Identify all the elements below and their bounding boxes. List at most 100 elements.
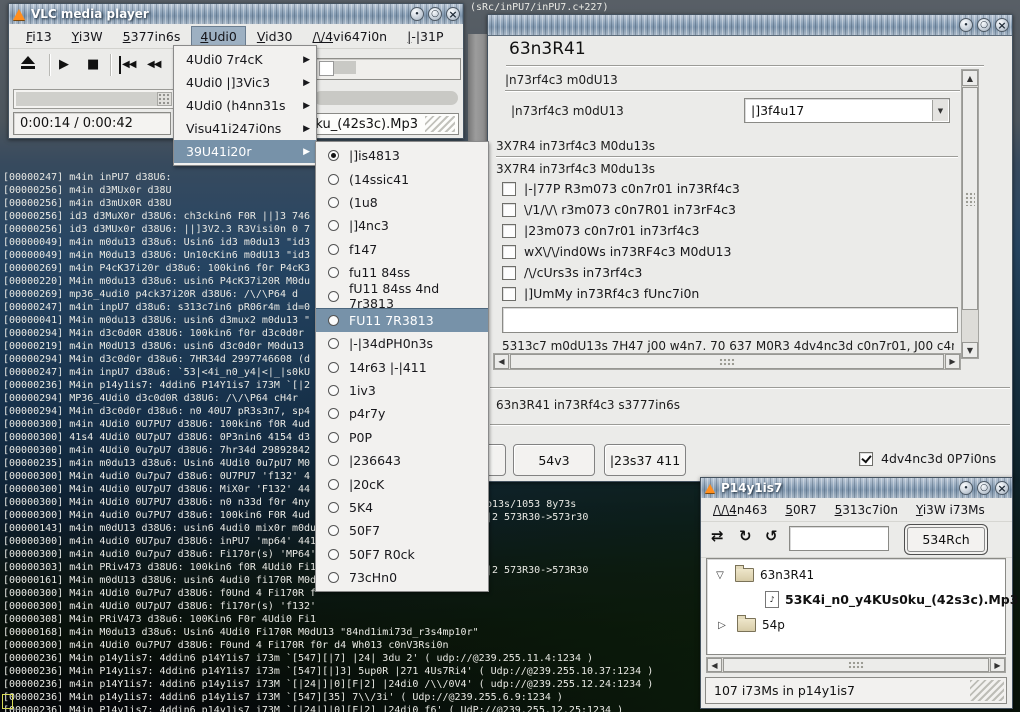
shuffle-icon[interactable]: ⇄ (711, 527, 724, 545)
chevron-down-icon[interactable]: ▼ (932, 100, 948, 121)
menu-item[interactable]: 4Udi0 (191, 26, 245, 47)
scrollbar-thumb[interactable] (962, 87, 978, 310)
tree-group-label[interactable]: 54p (762, 618, 785, 632)
scrollbar-thumb[interactable] (723, 658, 989, 672)
menu-item[interactable]: Vid30 (248, 26, 302, 47)
radio-icon[interactable] (328, 267, 339, 278)
resize-grip-icon[interactable] (425, 116, 455, 132)
seek-slider[interactable] (13, 89, 175, 109)
equalizer-menu-item[interactable]: f147 (316, 238, 488, 261)
equalizer-menu-item[interactable]: |20cK (316, 472, 488, 495)
checkbox-row[interactable]: wX\/\/ind0Ws in73RF4c3 M0dU13 (502, 241, 740, 262)
radio-icon[interactable] (328, 572, 339, 583)
radio-icon[interactable] (328, 455, 339, 466)
equalizer-menu-item[interactable]: |-|34dPH0n3s (316, 332, 488, 355)
scroll-right-icon[interactable]: ▶ (990, 658, 1005, 672)
radio-icon[interactable] (328, 408, 339, 419)
checkbox-row[interactable]: |]UmMy in73Rf4c3 fUnc7i0n (502, 283, 740, 304)
equalizer-menu-item[interactable]: |]4nc3 (316, 214, 488, 237)
checkbox-row[interactable]: /\/cUrs3s in73rf4c3 (502, 262, 740, 283)
reset-all-button[interactable]: |23s37 411 (604, 444, 686, 476)
checkbox[interactable] (502, 245, 516, 259)
advanced-options-checkbox[interactable] (859, 452, 873, 466)
checkbox[interactable] (502, 224, 516, 238)
equalizer-menu-item[interactable]: FU11 7R3813 (316, 308, 488, 332)
play-button[interactable]: ▶ (59, 56, 69, 74)
equalizer-menu-item[interactable]: p4r7y (316, 402, 488, 425)
equalizer-menu-item[interactable]: 50F7 R0ck (316, 543, 488, 566)
menu-item[interactable]: /\/\4n463 (707, 501, 773, 519)
radio-icon[interactable] (328, 220, 339, 231)
rewind-button[interactable]: ◀◀ (147, 56, 160, 74)
equalizer-menu-item[interactable]: (1u8 (316, 191, 488, 214)
radio-icon[interactable] (328, 315, 339, 326)
tree-group-label[interactable]: 63n3R41 (760, 568, 814, 582)
checkbox-row[interactable]: \/1/\/\ r3m073 c0n7R01 in73rF4c3 (502, 199, 740, 220)
resize-grip-icon[interactable] (970, 680, 1004, 701)
audio-menu-item[interactable]: 4Udi0 (h4nn31s (174, 94, 316, 117)
scrollbar-thumb[interactable] (510, 354, 944, 369)
menu-item[interactable]: 5313c7i0n (829, 501, 904, 519)
search-button[interactable]: 534Rch (904, 524, 988, 555)
horizontal-scrollbar[interactable]: ◀ ▶ (493, 353, 961, 370)
close-icon[interactable]: × (446, 7, 460, 21)
equalizer-menu-item[interactable]: 5K4 (316, 496, 488, 519)
menu-item[interactable]: Fi13 (17, 26, 61, 47)
interface-module-combo[interactable]: |]3f4u17 ▼ (744, 98, 950, 123)
menu-item[interactable]: /\/4vi647i0n (303, 26, 396, 47)
expander-open-icon[interactable]: ▽ (713, 570, 727, 581)
equalizer-menu-item[interactable]: 1iv3 (316, 379, 488, 402)
vertical-scrollbar[interactable]: ▲ ▼ (961, 69, 979, 359)
equalizer-menu-item[interactable]: |]is4813 (316, 144, 488, 167)
volume-handle[interactable] (319, 61, 334, 76)
equalizer-menu-item[interactable]: |236643 (316, 449, 488, 472)
modules-text-field[interactable] (502, 307, 958, 333)
radio-icon[interactable] (328, 197, 339, 208)
checkbox[interactable] (502, 287, 516, 301)
scroll-left-icon[interactable]: ◀ (707, 658, 722, 672)
checkbox[interactable] (502, 266, 516, 280)
previous-button[interactable]: ◀◀ (119, 56, 135, 74)
seek-slider-right[interactable] (314, 91, 458, 105)
menu-item[interactable]: 50R7 (779, 501, 822, 519)
preferences-titlebar[interactable]: • ○ × (488, 15, 1012, 36)
equalizer-menu-item[interactable]: 50F7 (316, 519, 488, 542)
checkbox-row[interactable]: |23m073 c0n7r01 in73rf4c3 (502, 220, 740, 241)
menu-item[interactable]: |-|31P (398, 26, 452, 47)
menu-item[interactable]: 5377in6s (114, 26, 190, 47)
minimize-icon[interactable]: • (959, 18, 973, 32)
volume-slider[interactable] (314, 58, 461, 80)
radio-icon[interactable] (328, 174, 339, 185)
equalizer-menu-item[interactable]: P0P (316, 426, 488, 449)
checkbox[interactable] (502, 182, 516, 196)
scroll-up-icon[interactable]: ▲ (962, 70, 978, 86)
radio-icon[interactable] (328, 502, 339, 513)
maximize-icon[interactable]: ○ (977, 481, 991, 495)
scroll-left-icon[interactable]: ◀ (494, 354, 509, 369)
playlist-titlebar[interactable]: P14y1is7 • ○ × (701, 478, 1012, 499)
audio-menu-item[interactable]: 39U41i20r (174, 140, 316, 163)
radio-icon[interactable] (328, 150, 339, 161)
menu-item[interactable]: Yi3W (63, 26, 112, 47)
loop-icon[interactable]: ↻ (739, 527, 752, 545)
save-button[interactable]: 54v3 (513, 444, 595, 476)
eject-button[interactable] (21, 56, 35, 69)
playlist-horizontal-scrollbar[interactable]: ◀ ▶ (706, 657, 1006, 673)
equalizer-menu-item[interactable]: 14r63 |-|411 (316, 356, 488, 379)
audio-menu-item[interactable]: Visu41i247i0ns (174, 117, 316, 140)
radio-icon[interactable] (328, 432, 339, 443)
minimize-icon[interactable]: • (410, 7, 424, 21)
main-titlebar[interactable]: VLC media player • ○ × (9, 4, 463, 25)
radio-icon[interactable] (328, 244, 339, 255)
equalizer-menu-item[interactable]: 73cHn0 (316, 566, 488, 589)
menu-item[interactable]: Yi3W i73Ms (910, 501, 991, 519)
radio-icon[interactable] (328, 549, 339, 560)
equalizer-menu-item[interactable]: (14ssic41 (316, 167, 488, 190)
scroll-down-icon[interactable]: ▼ (962, 342, 978, 358)
advanced-options-row[interactable]: 4dv4nc3d 0P7i0ns (859, 448, 996, 469)
tree-item-label[interactable]: 53K4i_n0_y4KUs0ku_(42s3c).Mp3 (785, 592, 1018, 607)
stop-button[interactable]: ■ (87, 56, 99, 74)
tree-group-general[interactable]: ▽ 63n3R41 (707, 564, 1005, 586)
radio-icon[interactable] (328, 525, 339, 536)
audio-menu-item[interactable]: 4Udi0 |]3Vic3 (174, 71, 316, 94)
